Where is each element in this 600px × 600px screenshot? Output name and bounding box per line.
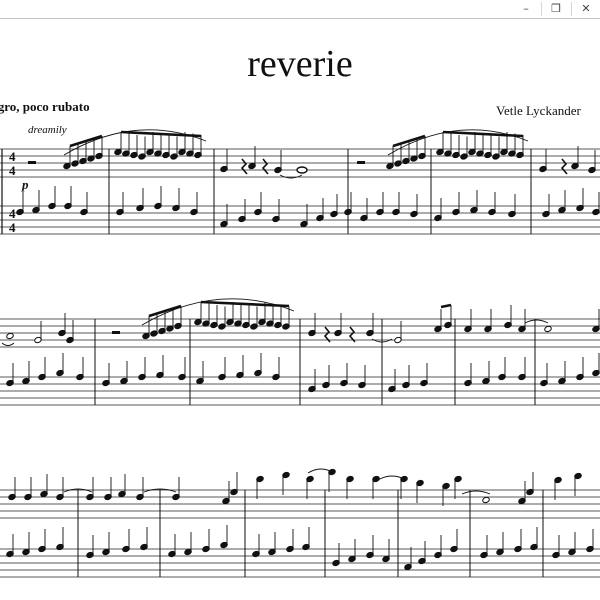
beam (200, 300, 290, 308)
sheet-music: 4444 (0, 129, 600, 578)
slur (279, 174, 303, 179)
half-rest (28, 161, 36, 164)
half-rest (112, 331, 120, 334)
beam (440, 303, 452, 309)
half-rest (357, 161, 365, 164)
rest (261, 158, 269, 175)
time-signature: 4 (9, 220, 16, 235)
note-head (6, 332, 14, 340)
time-signature: 4 (9, 206, 16, 221)
time-signature: 4 (9, 149, 16, 164)
rest (560, 158, 568, 175)
slur (461, 490, 491, 495)
note-head (544, 325, 552, 333)
rest (240, 158, 248, 175)
time-signature: 4 (9, 163, 16, 178)
slur (524, 319, 549, 324)
slur (1, 342, 15, 346)
whole-note (296, 166, 308, 174)
note-head (482, 496, 490, 504)
